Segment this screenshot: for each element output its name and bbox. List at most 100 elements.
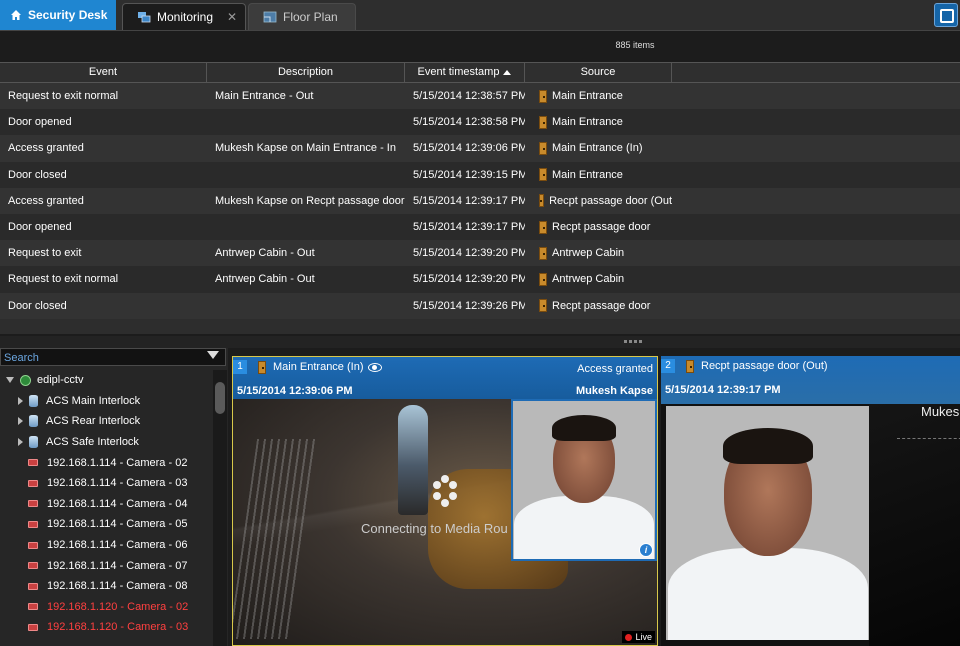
home-icon <box>11 10 21 20</box>
live-badge: Live <box>622 631 655 643</box>
expand-right-icon[interactable] <box>18 396 23 405</box>
cell-description: Antrwep Cabin - Out <box>215 273 315 286</box>
tree-item-camera[interactable]: 192.168.1.114 - Camera - 06 <box>0 535 212 556</box>
divider <box>897 438 960 439</box>
shirt-shape <box>667 548 868 640</box>
cell-timestamp: 5/15/2014 12:38:57 PM <box>413 90 525 103</box>
table-row[interactable]: Access granted Mukesh Kapse on Recpt pas… <box>0 187 960 214</box>
eye-icon[interactable] <box>368 363 382 372</box>
tab-monitoring[interactable]: Monitoring ✕ <box>122 3 246 30</box>
expand-right-icon[interactable] <box>18 438 23 447</box>
cardholder-photo: i <box>511 399 657 561</box>
tab-security-desk[interactable]: Security Desk <box>0 0 116 30</box>
connection-status: Connecting to Media Rou <box>361 521 508 536</box>
door-icon <box>686 360 694 373</box>
source-label: Main Entrance <box>552 168 623 181</box>
tree-label: 192.168.1.114 - Camera - 05 <box>47 518 188 531</box>
table-header: Event Description Event timestamp Source <box>0 62 960 83</box>
tree-item-group[interactable]: ACS Rear Interlock <box>0 411 212 432</box>
table-row[interactable]: Request to exit normal Antrwep Cabin - O… <box>0 266 960 293</box>
table-row[interactable]: Request to exit Antrwep Cabin - Out 5/15… <box>0 240 960 267</box>
column-header-event[interactable]: Event <box>0 63 207 82</box>
camera-icon <box>28 562 38 570</box>
cell-source: Main Entrance <box>525 89 672 103</box>
tree-root[interactable]: edipl-cctv <box>0 370 212 391</box>
table-row[interactable]: Door opened 5/15/2014 12:39:17 PM Recpt … <box>0 213 960 241</box>
tile-cardholder: Mukesh Kapse <box>575 385 653 397</box>
tree-label: 192.168.1.114 - Camera - 07 <box>47 559 188 572</box>
tree-item-camera[interactable]: 192.168.1.114 - Camera - 02 <box>0 452 212 473</box>
tree-item-camera-offline[interactable]: 192.168.1.120 - Camera - 02 <box>0 597 212 618</box>
search-input[interactable]: Search <box>0 348 226 366</box>
tile-event: Access granted <box>577 363 653 375</box>
camera-offline-icon <box>28 603 38 611</box>
floor-plan-icon <box>263 11 277 23</box>
door-icon <box>539 220 547 234</box>
tree-label: 192.168.1.114 - Camera - 04 <box>47 497 188 510</box>
tree-item-group[interactable]: ACS Safe Interlock <box>0 432 212 453</box>
expand-right-icon[interactable] <box>18 417 23 426</box>
cell-source: Main Entrance <box>525 115 672 129</box>
tile-number: 2 <box>661 359 675 373</box>
cell-timestamp: 5/15/2014 12:39:17 PM <box>413 194 525 207</box>
grip-icon <box>624 340 644 343</box>
table-row[interactable]: Door closed 5/15/2014 12:39:26 PM Recpt … <box>0 292 960 319</box>
cell-source: Antrwep Cabin <box>525 246 672 260</box>
table-row[interactable]: Door opened 5/15/2014 12:38:58 PM Main E… <box>0 109 960 136</box>
column-header-description[interactable]: Description <box>207 63 405 82</box>
cell-timestamp: 5/15/2014 12:39:20 PM <box>413 247 525 260</box>
cell-timestamp: 5/15/2014 12:39:17 PM <box>413 221 525 234</box>
expand-down-icon[interactable] <box>6 377 14 384</box>
cell-description: Main Entrance - Out <box>215 90 314 103</box>
source-label: Recpt passage door <box>552 221 651 234</box>
camera-icon <box>28 520 38 528</box>
video-tile-2[interactable]: 2 Recpt passage door (Out) 5/15/2014 12:… <box>661 356 960 646</box>
tree-item-camera[interactable]: 192.168.1.114 - Camera - 08 <box>0 576 212 597</box>
door-group-icon <box>29 436 38 449</box>
scrollbar-thumb[interactable] <box>215 382 225 414</box>
live-dot-icon <box>625 633 633 641</box>
door-icon <box>539 168 547 182</box>
table-row[interactable]: Access granted Mukesh Kapse on Main Entr… <box>0 135 960 162</box>
close-icon[interactable]: ✕ <box>227 10 237 24</box>
camera-icon <box>28 582 38 590</box>
tree-item-camera[interactable]: 192.168.1.114 - Camera - 04 <box>0 494 212 515</box>
person-shape <box>398 405 428 515</box>
cell-event: Door closed <box>8 168 67 181</box>
event-table: Event Description Event timestamp Source… <box>0 62 960 334</box>
tree-item-camera[interactable]: 192.168.1.114 - Camera - 05 <box>0 514 212 535</box>
table-row[interactable]: Request to exit normal Main Entrance - O… <box>0 83 960 110</box>
cell-description: Mukesh Kapse on Main Entrance - In <box>215 142 396 155</box>
column-header-source[interactable]: Source <box>525 63 672 82</box>
tile-timestamp: 5/15/2014 12:39:06 PM <box>237 385 353 397</box>
door-icon <box>539 115 547 129</box>
source-label: Recpt passage door <box>552 299 651 312</box>
tree-item-group[interactable]: ACS Main Interlock <box>0 391 212 412</box>
video-tile-1[interactable]: Connecting to Media Rou 1 Main Entrance … <box>232 356 658 646</box>
camera-icon <box>28 459 38 467</box>
cell-event: Door closed <box>8 299 67 312</box>
tab-floor-plan[interactable]: Floor Plan <box>248 3 356 30</box>
panel-splitter[interactable] <box>0 336 960 348</box>
info-icon[interactable]: i <box>639 543 653 557</box>
tile-number: 1 <box>233 360 247 374</box>
hair-shape <box>722 428 813 464</box>
tile-background <box>869 404 960 646</box>
area-view-panel: Search edipl-cctv ACS Main Interlock ACS… <box>0 348 228 646</box>
filter-icon[interactable] <box>207 351 219 359</box>
cell-event: Request to exit <box>8 247 82 260</box>
table-body: Request to exit normal Main Entrance - O… <box>0 83 960 319</box>
tree-item-camera[interactable]: 192.168.1.114 - Camera - 07 <box>0 555 212 576</box>
column-label: Source <box>580 66 616 78</box>
task-menu-button[interactable] <box>934 3 958 27</box>
column-label: Event timestamp <box>417 66 500 78</box>
tree-scrollbar[interactable] <box>213 370 227 646</box>
tree-label: ACS Rear Interlock <box>46 415 141 428</box>
column-header-timestamp[interactable]: Event timestamp <box>405 63 525 82</box>
table-row[interactable]: Door closed 5/15/2014 12:39:15 PM Main E… <box>0 161 960 188</box>
tree-item-camera[interactable]: 192.168.1.114 - Camera - 03 <box>0 473 212 494</box>
cell-event: Request to exit normal <box>8 90 119 103</box>
tree-item-camera-offline[interactable]: 192.168.1.120 - Camera - 03 <box>0 617 212 638</box>
tree-label: ACS Safe Interlock <box>46 436 139 449</box>
tree-label: edipl-cctv <box>37 374 84 387</box>
